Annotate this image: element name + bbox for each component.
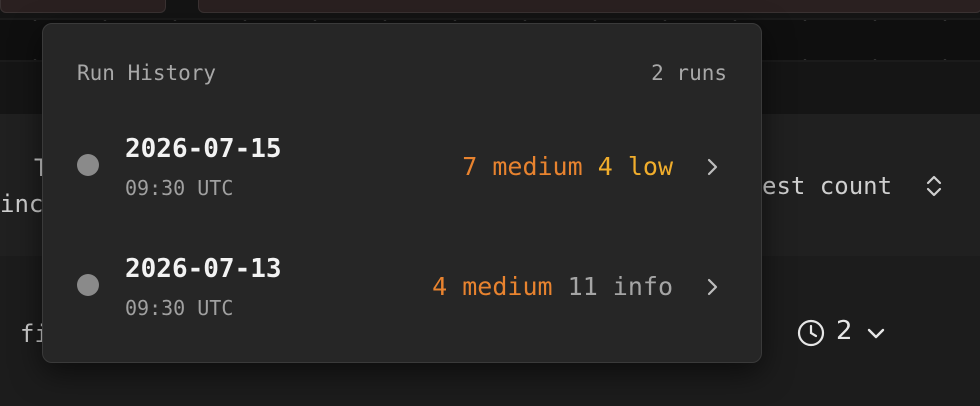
history-count: 2 bbox=[836, 316, 853, 346]
severity-summary: 4 medium 11 info bbox=[432, 272, 673, 301]
top-card-left bbox=[0, 0, 166, 13]
run-date: 2026-07-13 bbox=[125, 254, 282, 284]
column-header-test-count[interactable]: est count bbox=[762, 172, 892, 200]
run-time: 09:30 UTC bbox=[125, 296, 234, 320]
clock-icon bbox=[797, 319, 825, 347]
severity-low: 4 low bbox=[597, 152, 673, 181]
run-row[interactable]: 2026-07-15 09:30 UTC 7 medium 4 low bbox=[43, 116, 761, 212]
run-time: 09:30 UTC bbox=[125, 176, 234, 200]
column-header-label-2: inc bbox=[0, 190, 44, 218]
severity-medium: 7 medium bbox=[462, 152, 583, 181]
severity-medium: 4 medium bbox=[432, 272, 553, 301]
chevron-right-icon bbox=[707, 278, 718, 296]
run-row[interactable]: 2026-07-13 09:30 UTC 4 medium 11 info bbox=[43, 236, 761, 332]
severity-summary: 7 medium 4 low bbox=[462, 152, 673, 181]
severity-info: 11 info bbox=[567, 272, 673, 301]
popup-title: Run History bbox=[77, 61, 217, 85]
runs-count: 2 runs bbox=[651, 61, 727, 85]
status-dot bbox=[77, 274, 99, 296]
status-dot bbox=[77, 154, 99, 176]
chevron-right-icon bbox=[707, 158, 718, 176]
chevron-down-icon bbox=[867, 328, 885, 339]
top-card-right bbox=[198, 0, 980, 13]
run-history-popup: Run History 2 runs 2026-07-15 09:30 UTC … bbox=[42, 23, 762, 363]
sort-updown-icon[interactable] bbox=[922, 172, 946, 200]
run-date: 2026-07-15 bbox=[125, 134, 282, 164]
